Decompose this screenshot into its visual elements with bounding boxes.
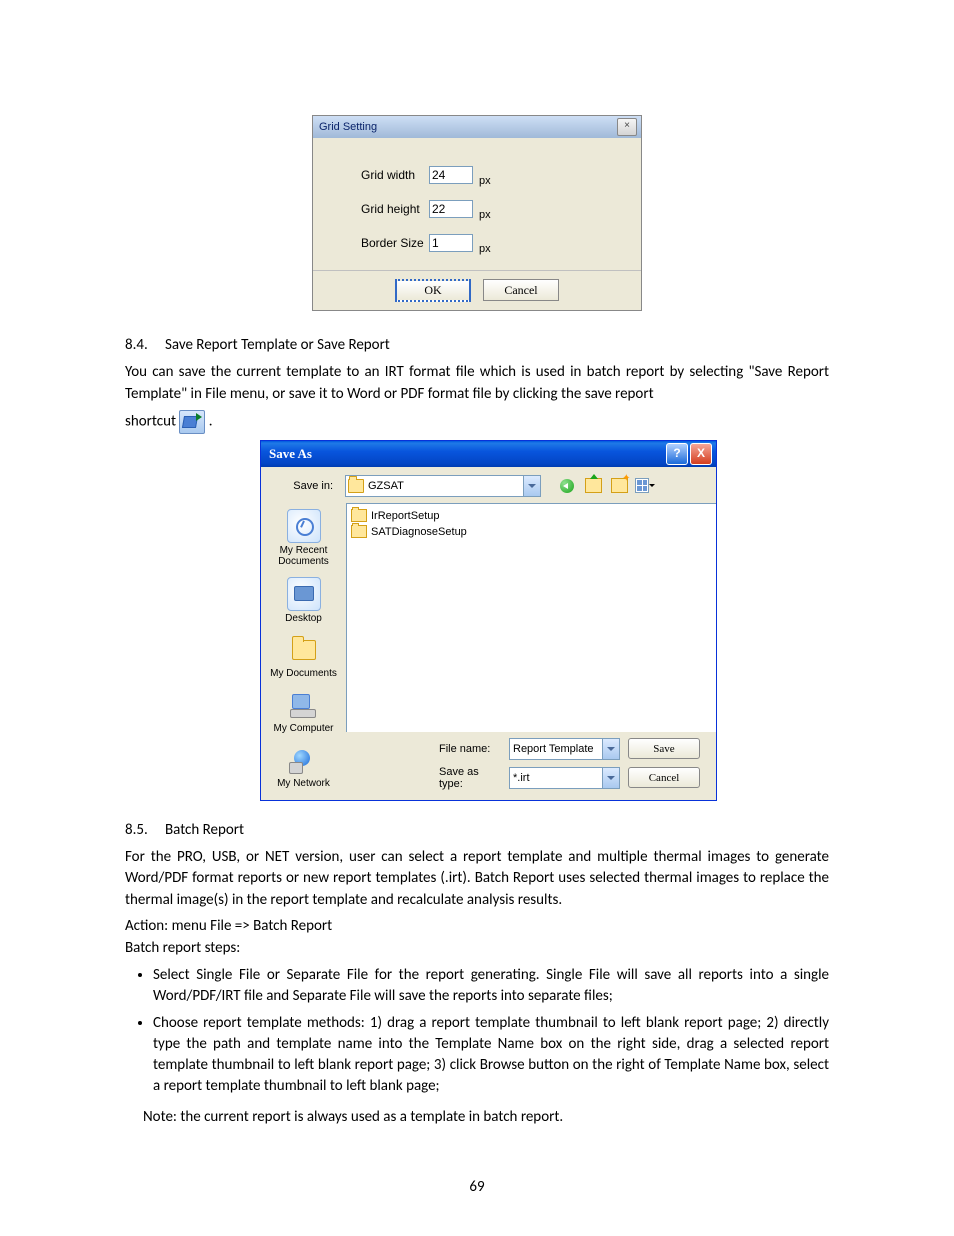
- border-size-row: Border Size px: [313, 234, 641, 252]
- save-in-value: GZSAT: [368, 480, 404, 492]
- grid-height-unit: px: [479, 209, 491, 221]
- grid-setting-titlebar: Grid Setting ×: [313, 116, 641, 138]
- place-label: My Documents: [270, 668, 337, 679]
- section-8-5-para1: For the PRO, USB, or NET version, user c…: [125, 847, 829, 912]
- file-list[interactable]: IrReportSetup SATDiagnoseSetup: [346, 503, 716, 732]
- chevron-down-icon[interactable]: [602, 768, 619, 788]
- back-icon: [560, 479, 574, 493]
- save-button[interactable]: Save: [628, 738, 700, 759]
- folder-up-icon: [585, 478, 602, 493]
- chevron-down-icon[interactable]: [523, 476, 540, 496]
- close-icon[interactable]: X: [690, 443, 712, 465]
- place-mycomputer[interactable]: My Computer: [273, 687, 333, 736]
- places-bar: My Recent Documents Desktop My Documents…: [261, 503, 346, 800]
- grid-width-input[interactable]: [429, 166, 473, 184]
- list-item[interactable]: SATDiagnoseSetup: [351, 524, 712, 540]
- section-number: 8.4.: [125, 336, 159, 354]
- border-size-input[interactable]: [429, 234, 473, 252]
- up-one-level-button[interactable]: [583, 476, 603, 496]
- grid-height-input[interactable]: [429, 200, 473, 218]
- save-report-shortcut-icon: [179, 410, 205, 434]
- place-label: My Recent Documents: [261, 545, 346, 567]
- folder-icon: [348, 479, 364, 493]
- computer-icon: [287, 689, 319, 721]
- section-8-4-heading: 8.4. Save Report Template or Save Report: [125, 336, 829, 354]
- grid-setting-title: Grid Setting: [319, 121, 377, 133]
- place-label: My Computer: [273, 723, 333, 734]
- folder-icon: [351, 525, 367, 538]
- shortcut-prefix: shortcut: [125, 412, 179, 430]
- section-title: Batch Report: [165, 821, 244, 839]
- place-desktop[interactable]: Desktop: [285, 575, 322, 626]
- view-menu-button[interactable]: [635, 476, 655, 496]
- close-icon[interactable]: ×: [617, 118, 637, 136]
- page-number: 69: [125, 1178, 829, 1196]
- grid-width-unit: px: [479, 175, 491, 187]
- save-as-dialog: Save As ? X Save in: GZSAT My Recent Do: [260, 440, 717, 801]
- cancel-button[interactable]: Cancel: [483, 279, 559, 301]
- help-icon[interactable]: ?: [666, 443, 688, 465]
- ok-button[interactable]: OK: [395, 279, 471, 302]
- cancel-button[interactable]: Cancel: [628, 767, 700, 788]
- file-name: IrReportSetup: [371, 510, 439, 522]
- place-recent[interactable]: My Recent Documents: [261, 507, 346, 569]
- desktop-icon: [287, 577, 321, 611]
- documents-icon: [288, 634, 320, 666]
- step-2: Choose report template methods: 1) drag …: [153, 1013, 829, 1097]
- save-type-value: *.irt: [513, 772, 530, 784]
- batch-report-note: Note: the current report is always used …: [143, 1107, 829, 1128]
- chevron-down-icon[interactable]: [602, 739, 619, 759]
- save-as-title: Save As: [269, 446, 312, 462]
- network-icon: [287, 744, 319, 776]
- save-in-dropdown[interactable]: GZSAT: [345, 475, 541, 497]
- section-title: Save Report Template or Save Report: [165, 336, 390, 354]
- shortcut-suffix: .: [209, 412, 213, 430]
- file-name-label: File name:: [439, 743, 501, 755]
- place-network[interactable]: My Network: [277, 742, 330, 791]
- border-size-label: Border Size: [361, 236, 429, 250]
- new-folder-button[interactable]: [609, 476, 629, 496]
- place-label: My Network: [277, 778, 330, 789]
- list-item[interactable]: IrReportSetup: [351, 508, 712, 524]
- view-icon: [635, 478, 649, 493]
- place-mydocs[interactable]: My Documents: [270, 632, 337, 681]
- step-1: Select Single File or Separate File for …: [153, 965, 829, 1007]
- grid-width-label: Grid width: [361, 168, 429, 182]
- grid-height-label: Grid height: [361, 202, 429, 216]
- new-folder-icon: [611, 478, 628, 493]
- section-8-4-para1: You can save the current template to an …: [125, 362, 829, 406]
- file-name-input[interactable]: Report Template: [509, 738, 620, 760]
- save-in-label: Save in:: [271, 480, 339, 492]
- section-8-5-action: Action: menu File => Batch Report: [125, 916, 829, 938]
- back-button[interactable]: [557, 476, 577, 496]
- folder-icon: [351, 509, 367, 522]
- save-type-dropdown[interactable]: *.irt: [509, 767, 620, 789]
- batch-report-steps: Select Single File or Separate File for …: [153, 965, 829, 1097]
- save-type-label: Save as type:: [439, 766, 501, 790]
- section-8-5-heading: 8.5. Batch Report: [125, 821, 829, 839]
- place-label: Desktop: [285, 613, 322, 624]
- section-number: 8.5.: [125, 821, 159, 839]
- section-8-4-para2: shortcut .: [125, 410, 829, 434]
- grid-height-row: Grid height px: [313, 200, 641, 218]
- border-size-unit: px: [479, 243, 491, 255]
- file-name-value: Report Template: [513, 743, 594, 755]
- chevron-down-icon: [649, 484, 655, 487]
- grid-setting-dialog: Grid Setting × Grid width px Grid height…: [312, 115, 642, 311]
- grid-width-row: Grid width px: [313, 166, 641, 184]
- save-as-titlebar: Save As ? X: [261, 441, 716, 467]
- file-name: SATDiagnoseSetup: [371, 526, 467, 538]
- section-8-5-steps-intro: Batch report steps:: [125, 938, 829, 960]
- recent-icon: [287, 509, 321, 543]
